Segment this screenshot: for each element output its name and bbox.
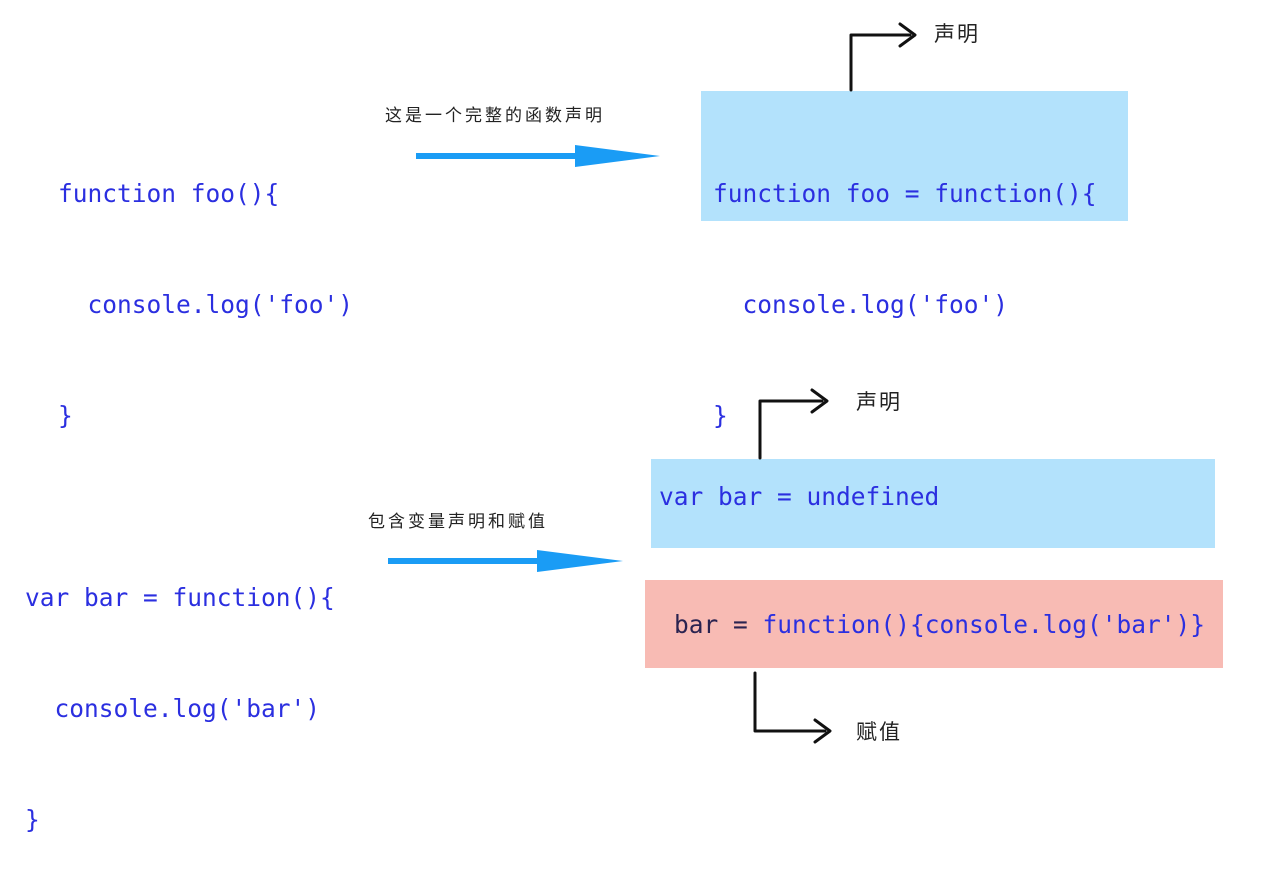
declaration-pointer-arrow-bottom xyxy=(758,388,829,460)
assignment-pointer-arrow xyxy=(753,671,832,744)
code-line: } xyxy=(25,805,40,834)
declaration-pointer-arrow-top xyxy=(849,22,917,92)
flow-arrow-bottom xyxy=(388,550,623,572)
flow-arrow-top xyxy=(416,145,660,167)
arrows-layer xyxy=(388,22,917,744)
